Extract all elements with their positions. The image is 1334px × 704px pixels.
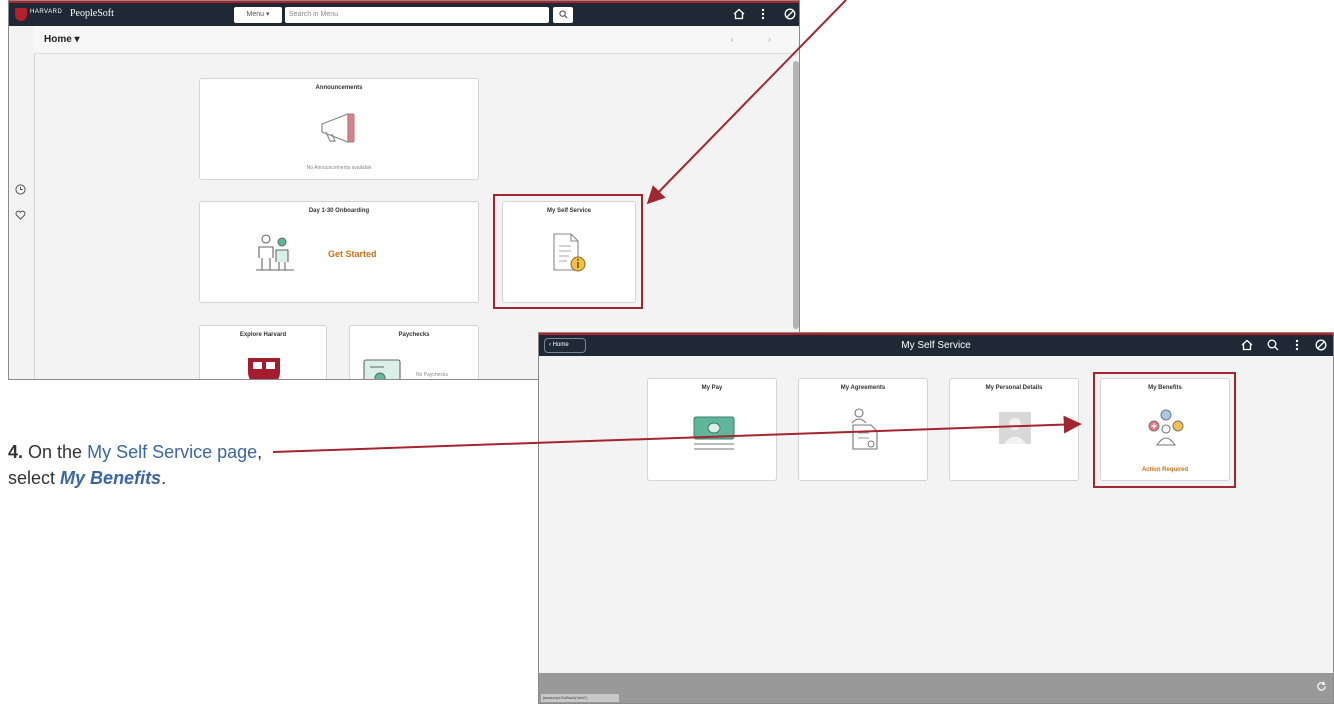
self-service-screenshot: ‹ Home My Self Service My Pay My Agreeme… bbox=[538, 332, 1334, 704]
profile-photo-placeholder-icon bbox=[999, 412, 1031, 444]
tile-paychecks[interactable]: Paychecks No Paychecks bbox=[349, 325, 479, 379]
page-header-bar: ‹ Home My Self Service bbox=[539, 333, 1333, 356]
brand-product: PeopleSoft bbox=[70, 8, 114, 19]
tile-title: Announcements bbox=[315, 85, 363, 91]
tile-title: Paychecks bbox=[398, 332, 430, 338]
search-icon bbox=[558, 10, 567, 19]
brand-university: HARVARD bbox=[30, 9, 63, 15]
harvard-crest-icon bbox=[248, 358, 280, 379]
tile-title: Explore Harvard bbox=[239, 332, 287, 338]
search-input[interactable]: Search in Menu bbox=[285, 7, 549, 23]
footer-bar: javascript:DoBack('win0') bbox=[539, 673, 1333, 703]
search-button[interactable] bbox=[553, 7, 573, 23]
tile-my-agreements[interactable]: My Agreements bbox=[798, 378, 928, 481]
step-number: 4. bbox=[8, 442, 24, 462]
actions-menu-icon[interactable] bbox=[1295, 339, 1299, 354]
tile-subtitle: No Announcements available bbox=[306, 165, 372, 171]
navbar-icon[interactable] bbox=[784, 8, 796, 23]
menu-dropdown-button[interactable]: Menu ▾ bbox=[234, 7, 282, 23]
homepage-selector[interactable]: Home ▾ bbox=[44, 34, 80, 45]
megaphone-icon bbox=[321, 113, 355, 143]
navbar-icon[interactable] bbox=[1315, 339, 1327, 354]
home-screenshot: HARVARD PeopleSoft Menu ▾ Search in Menu… bbox=[8, 0, 800, 380]
page-title: My Self Service bbox=[901, 340, 971, 351]
instruction-prefix: On the bbox=[28, 442, 83, 462]
instruction-step: 4. On the My Self Service page, select M… bbox=[8, 439, 288, 491]
refresh-icon[interactable] bbox=[1316, 681, 1327, 695]
home-icon[interactable] bbox=[733, 8, 745, 23]
instruction-suffix: . bbox=[161, 468, 167, 488]
scrollbar[interactable] bbox=[793, 61, 799, 329]
favorites-heart-icon[interactable] bbox=[15, 209, 26, 223]
tile-onboarding[interactable]: Day 1-30 Onboarding Get Started bbox=[199, 201, 479, 303]
tile-title: Day 1-30 Onboarding bbox=[308, 208, 370, 214]
money-bills-icon bbox=[693, 416, 735, 450]
browser-status-text: javascript:DoBack('win0') bbox=[541, 694, 619, 702]
tile-title: My Personal Details bbox=[985, 385, 1043, 391]
tile-announcements[interactable]: Announcements No Announcements available bbox=[199, 78, 479, 180]
left-rail bbox=[9, 26, 35, 379]
home-icon[interactable] bbox=[1241, 339, 1253, 354]
highlight-my-self-service bbox=[493, 194, 643, 309]
tile-my-personal-details[interactable]: My Personal Details bbox=[949, 378, 1079, 481]
onboarding-people-icon bbox=[256, 234, 294, 271]
homepage-bar: Home ▾ ‹ › bbox=[34, 26, 799, 54]
tile-subtitle: No Paychecks bbox=[416, 372, 448, 378]
highlight-my-benefits bbox=[1093, 372, 1236, 488]
tile-my-pay[interactable]: My Pay bbox=[647, 378, 777, 481]
homepage-nav-arrows[interactable]: ‹ › bbox=[731, 34, 788, 44]
tile-title: My Pay bbox=[701, 385, 723, 391]
instruction-target: My Benefits bbox=[60, 468, 162, 488]
tile-title: My Agreements bbox=[840, 385, 886, 391]
search-icon[interactable] bbox=[1267, 339, 1279, 354]
get-started-link[interactable]: Get Started bbox=[328, 249, 377, 259]
instruction-page-name: My Self Service page bbox=[87, 442, 258, 462]
top-nav-bar: HARVARD PeopleSoft Menu ▾ Search in Menu bbox=[9, 1, 799, 26]
actions-menu-icon[interactable] bbox=[761, 8, 765, 23]
harvard-shield-logo bbox=[15, 8, 27, 21]
paycheck-icon bbox=[363, 359, 401, 379]
tile-explore-harvard[interactable]: Explore Harvard bbox=[199, 325, 327, 379]
recent-places-icon[interactable] bbox=[15, 184, 26, 198]
agreement-document-icon bbox=[851, 408, 878, 450]
